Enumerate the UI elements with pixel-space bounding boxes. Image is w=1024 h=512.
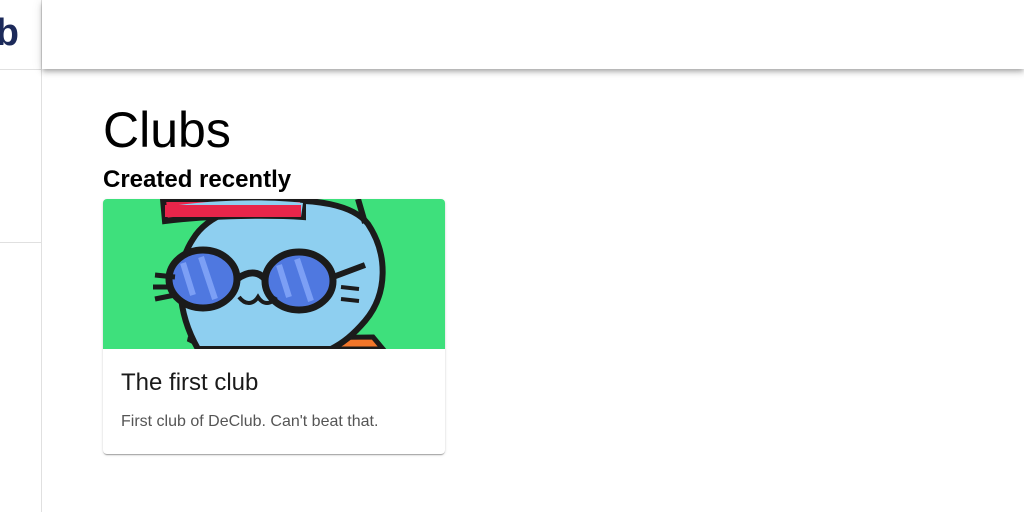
club-image <box>103 199 445 349</box>
section-title: Created recently <box>103 166 292 193</box>
club-name[interactable]: The first club <box>121 367 427 399</box>
top-app-bar <box>42 0 1024 69</box>
club-card[interactable]: The first club First club of DeClub. Can… <box>103 199 445 454</box>
main-content: Clubs Created recently The first club Fi… <box>103 100 983 454</box>
sidebar-brand[interactable]: DeClub <box>0 0 41 70</box>
page-title: Clubs <box>103 102 231 158</box>
sidebar-divider <box>0 242 41 243</box>
club-card-content: The first club First club of DeClub. Can… <box>103 349 445 433</box>
brand-logo-text[interactable]: DeClub <box>0 14 19 52</box>
club-description: First club of DeClub. Can't beat that. <box>121 413 379 430</box>
sidebar: DeClub <box>0 0 42 512</box>
